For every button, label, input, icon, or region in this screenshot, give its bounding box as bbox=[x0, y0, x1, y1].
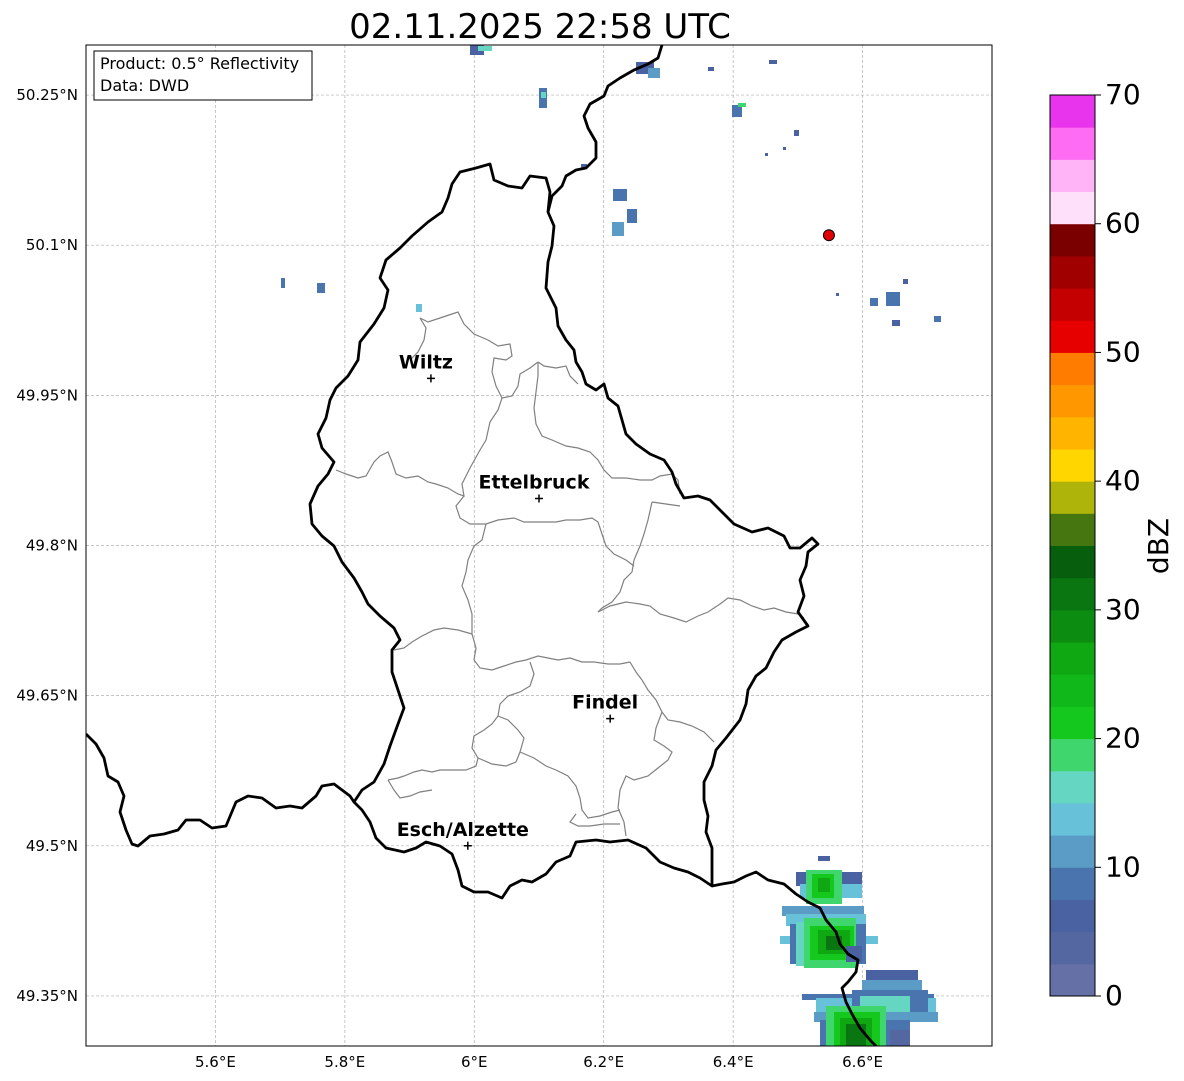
echo-cell bbox=[846, 1024, 866, 1046]
echo-cell bbox=[648, 68, 660, 78]
colorbar-segment bbox=[1050, 738, 1095, 772]
colorbar-tick-label: 10 bbox=[1105, 850, 1141, 883]
echo-cell bbox=[892, 320, 900, 326]
lat-tick-label: 49.8°N bbox=[26, 537, 78, 555]
echo-cell bbox=[708, 67, 714, 71]
colorbar-segment bbox=[1050, 931, 1095, 965]
echo-cell bbox=[416, 304, 422, 312]
colorbar-tick-label: 70 bbox=[1105, 78, 1141, 111]
colorbar-segment bbox=[1050, 770, 1095, 804]
city-name-label: Esch/Alzette bbox=[397, 819, 529, 841]
echo-cell bbox=[890, 1030, 910, 1046]
colorbar-segment bbox=[1050, 352, 1095, 386]
echo-cell bbox=[783, 147, 786, 150]
echo-cell bbox=[886, 292, 900, 306]
colorbar-label: dBZ bbox=[1142, 518, 1175, 574]
echo-cell bbox=[317, 283, 325, 293]
colorbar-segment bbox=[1050, 674, 1095, 707]
colorbar-segment bbox=[1050, 577, 1095, 611]
lat-tick-label: 50.25°N bbox=[16, 86, 78, 104]
colorbar-ticks: 0 10 20 30 40 50 60 70 bbox=[1095, 78, 1141, 1012]
colorbar-segment bbox=[1050, 545, 1095, 579]
echo-cell bbox=[738, 103, 746, 107]
echo-cell bbox=[934, 316, 941, 322]
colorbar-segment bbox=[1050, 899, 1095, 933]
echo-cell bbox=[541, 92, 546, 98]
radar-map-figure: 02.11.2025 22:58 UTC WiltzEttelbruckFind… bbox=[16, 7, 1175, 1071]
echo-cell bbox=[478, 46, 492, 51]
lon-tick-label: 5.6°E bbox=[195, 1053, 236, 1071]
lat-tick-label: 49.5°N bbox=[26, 837, 78, 855]
echo-cell bbox=[281, 278, 285, 288]
radar-site-marker bbox=[822, 229, 835, 242]
colorbar-segment bbox=[1050, 127, 1095, 160]
echo-cell bbox=[613, 189, 627, 201]
colorbar-segment bbox=[1050, 223, 1095, 257]
lon-tick-label: 5.8°E bbox=[324, 1053, 365, 1071]
echo-cell bbox=[903, 279, 908, 284]
figure-title: 02.11.2025 22:58 UTC bbox=[349, 7, 731, 47]
colorbar-segment bbox=[1050, 706, 1095, 740]
echo-cell bbox=[627, 209, 637, 223]
colorbar-segment bbox=[1050, 609, 1095, 643]
longitude-tick-labels: 5.6°E 5.8°E 6°E 6.2°E 6.4°E 6.6°E bbox=[195, 1053, 883, 1071]
colorbar-segment bbox=[1050, 481, 1095, 514]
colorbar-tick-label: 50 bbox=[1105, 335, 1141, 368]
colorbar bbox=[1050, 95, 1095, 997]
colorbar-tick-label: 20 bbox=[1105, 722, 1141, 755]
colorbar-segment bbox=[1050, 963, 1095, 997]
colorbar-segment bbox=[1050, 191, 1095, 225]
latitude-tick-labels: 50.25°N 50.1°N 49.95°N 49.8°N 49.65°N 49.5°N 4… bbox=[16, 86, 78, 1005]
lon-tick-label: 6.6°E bbox=[842, 1053, 883, 1071]
colorbar-segment bbox=[1050, 320, 1095, 353]
colorbar-tick-label: 30 bbox=[1105, 593, 1141, 626]
colorbar-tick-label: 0 bbox=[1105, 979, 1123, 1012]
lat-tick-label: 49.95°N bbox=[16, 386, 78, 404]
colorbar-segment bbox=[1050, 448, 1095, 482]
city-name-label: Findel bbox=[572, 692, 638, 714]
lon-tick-label: 6°E bbox=[461, 1053, 488, 1071]
colorbar-segment bbox=[1050, 416, 1095, 450]
lat-tick-label: 50.1°N bbox=[26, 236, 78, 254]
echo-cell bbox=[769, 60, 777, 64]
colorbar-segment bbox=[1050, 835, 1095, 868]
data-source-label: Data: DWD bbox=[100, 76, 189, 95]
echo-cell bbox=[765, 153, 768, 156]
lat-tick-label: 49.65°N bbox=[16, 687, 78, 705]
echo-cell bbox=[818, 856, 830, 861]
colorbar-segment bbox=[1050, 384, 1095, 418]
colorbar-segment bbox=[1050, 513, 1095, 546]
product-label: Product: 0.5° Reflectivity bbox=[100, 54, 299, 73]
echo-cell bbox=[612, 222, 624, 236]
city-name-label: Wiltz bbox=[399, 351, 453, 373]
lon-tick-label: 6.2°E bbox=[583, 1053, 624, 1071]
product-info-box: Product: 0.5° Reflectivity Data: DWD bbox=[93, 50, 313, 101]
colorbar-segment bbox=[1050, 867, 1095, 900]
lat-tick-label: 49.35°N bbox=[16, 987, 78, 1005]
colorbar-segment bbox=[1050, 642, 1095, 675]
colorbar-segment bbox=[1050, 95, 1095, 128]
echo-cell bbox=[866, 970, 918, 980]
colorbar-segment bbox=[1050, 288, 1095, 321]
colorbar-segment bbox=[1050, 802, 1095, 836]
echo-cell bbox=[818, 878, 830, 892]
echo-cell bbox=[870, 298, 878, 306]
echo-cell bbox=[836, 293, 839, 296]
echo-cell bbox=[794, 130, 799, 136]
lon-tick-label: 6.4°E bbox=[713, 1053, 754, 1071]
colorbar-tick-label: 40 bbox=[1105, 464, 1141, 497]
colorbar-segment bbox=[1050, 255, 1095, 289]
colorbar-tick-label: 60 bbox=[1105, 207, 1141, 240]
city-name-label: Ettelbruck bbox=[479, 471, 590, 493]
colorbar-segment bbox=[1050, 159, 1095, 193]
